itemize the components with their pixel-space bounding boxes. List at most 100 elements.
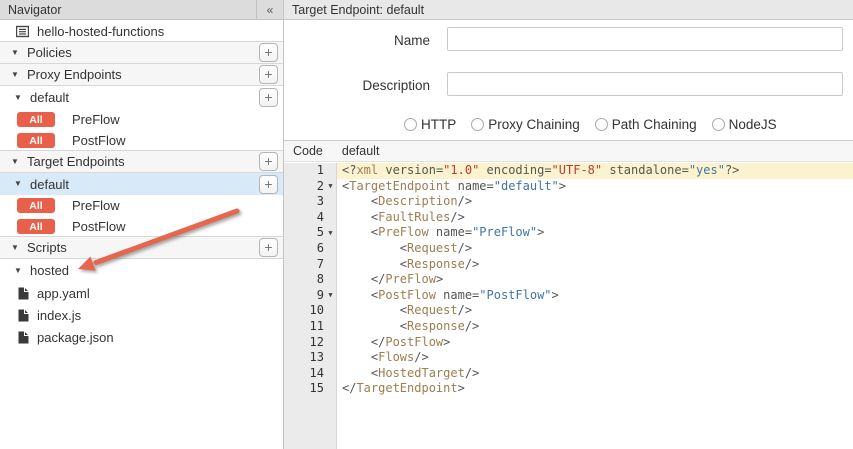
chevron-down-icon[interactable]: ▼ <box>11 49 20 57</box>
sidebar-item-preflow[interactable]: All PreFlow <box>0 195 283 216</box>
chevron-down-icon[interactable]: ▼ <box>14 180 23 188</box>
sidebar-item-postflow[interactable]: AllPostFlow <box>0 130 283 151</box>
line-number: 2▼ <box>284 179 337 195</box>
code-line-10[interactable]: 10 <Request/> <box>284 303 853 319</box>
sidebar-rows: hello-hosted-functions ▼ Policies + ▼ Proxy E… <box>0 20 283 348</box>
code-line-12[interactable]: 12 </PostFlow> <box>284 335 853 351</box>
code-text[interactable]: <Description/> <box>337 194 853 210</box>
code-line-7[interactable]: 7 <Response/> <box>284 257 853 273</box>
code-line-8[interactable]: 8 </PreFlow> <box>284 272 853 288</box>
code-editor[interactable]: 1<?xml version="1.0" encoding="UTF-8" st… <box>284 163 853 449</box>
file-icon <box>18 287 29 300</box>
code-tab-label: Code <box>293 144 323 158</box>
target-endpoint-header: Target Endpoint: default <box>284 0 853 20</box>
sidebar-item-label: Proxy Endpoints <box>27 67 122 82</box>
code-line-15[interactable]: 15</TargetEndpoint> <box>284 381 853 397</box>
sidebar-item-label: hosted <box>30 263 69 278</box>
code-text[interactable]: <Request/> <box>337 303 853 319</box>
name-label: Name <box>284 33 430 48</box>
line-number: 12 <box>284 335 337 351</box>
code-header: Code default <box>284 141 853 162</box>
code-text[interactable]: <?xml version="1.0" encoding="UTF-8" sta… <box>337 163 853 179</box>
radio-proxy-chaining[interactable]: Proxy Chaining <box>471 117 580 132</box>
code-text[interactable]: </PreFlow> <box>337 272 853 288</box>
sidebar-item-default[interactable]: ▼ default + <box>0 86 283 109</box>
chevron-down-icon[interactable]: ▼ <box>11 244 20 252</box>
line-number: 7 <box>284 257 337 273</box>
flow-condition-badge: All <box>17 198 55 213</box>
code-file-label: default <box>342 144 380 158</box>
sidebar-item-target-endpoints[interactable]: ▼Target Endpoints+ <box>0 150 283 173</box>
code-text[interactable]: </TargetEndpoint> <box>337 381 853 397</box>
sidebar-item-label: default <box>30 90 69 105</box>
sidebar-item-postflow[interactable]: AllPostFlow <box>0 216 283 237</box>
navigator-header: Navigator « <box>0 0 283 20</box>
radio-path-chaining[interactable]: Path Chaining <box>595 117 697 132</box>
sidebar-item-package-json[interactable]: package.json <box>0 326 283 348</box>
code-line-3[interactable]: 3 <Description/> <box>284 194 853 210</box>
sidebar-item-index-js[interactable]: index.js <box>0 304 283 326</box>
sidebar-item-label: index.js <box>37 308 81 323</box>
code-line-9[interactable]: 9▼ <PostFlow name="PostFlow"> <box>284 288 853 304</box>
sidebar-item-default[interactable]: ▼default+ <box>0 173 283 195</box>
line-number: 8 <box>284 272 337 288</box>
code-line-2[interactable]: 2▼<TargetEndpoint name="default"> <box>284 179 853 195</box>
collapse-sidebar-icon[interactable]: « <box>256 0 283 19</box>
add-button[interactable]: + <box>259 65 278 84</box>
code-line-5[interactable]: 5▼ <PreFlow name="PreFlow"> <box>284 225 853 241</box>
code-text[interactable]: <Response/> <box>337 257 853 273</box>
code-line-14[interactable]: 14 <HostedTarget/> <box>284 366 853 382</box>
add-button[interactable]: + <box>259 175 278 194</box>
sidebar-item-label: package.json <box>37 330 114 345</box>
fold-toggle-icon[interactable]: ▼ <box>324 230 337 237</box>
name-field[interactable] <box>447 27 843 51</box>
chevron-down-icon[interactable]: ▼ <box>11 158 20 166</box>
sidebar-item-label: PreFlow <box>72 112 120 127</box>
add-button[interactable]: + <box>259 152 278 171</box>
code-text[interactable]: <Flows/> <box>337 350 853 366</box>
fold-toggle-icon[interactable]: ▼ <box>324 183 337 190</box>
add-button[interactable]: + <box>259 43 278 62</box>
radio-circle-icon[interactable] <box>595 118 608 131</box>
add-button[interactable]: + <box>259 88 278 107</box>
code-text[interactable]: <PostFlow name="PostFlow"> <box>337 288 853 304</box>
code-text[interactable]: <TargetEndpoint name="default"> <box>337 179 853 195</box>
apigee-proxy-editor: Navigator « hello-hosted-functions ▼ Polic… <box>0 0 853 449</box>
radio-circle-icon[interactable] <box>404 118 417 131</box>
chevron-down-icon[interactable]: ▼ <box>14 267 23 275</box>
code-line-11[interactable]: 11 <Response/> <box>284 319 853 335</box>
code-text[interactable]: <Response/> <box>337 319 853 335</box>
sidebar-item-scripts[interactable]: ▼Scripts+ <box>0 236 283 259</box>
description-field[interactable] <box>447 72 843 96</box>
radio-circle-icon[interactable] <box>712 118 725 131</box>
code-line-6[interactable]: 6 <Request/> <box>284 241 853 257</box>
code-line-1[interactable]: 1<?xml version="1.0" encoding="UTF-8" st… <box>284 163 853 179</box>
code-text[interactable]: <Request/> <box>337 241 853 257</box>
radio-circle-icon[interactable] <box>471 118 484 131</box>
radio-label: NodeJS <box>729 117 777 132</box>
radio-nodejs[interactable]: NodeJS <box>712 117 777 132</box>
sidebar-item-proxy-endpoints[interactable]: ▼ Proxy Endpoints + <box>0 63 283 86</box>
sidebar-item-preflow[interactable]: AllPreFlow <box>0 109 283 130</box>
sidebar-item-policies[interactable]: ▼ Policies + <box>0 41 283 64</box>
fold-toggle-icon[interactable]: ▼ <box>324 292 337 299</box>
code-line-4[interactable]: 4 <FaultRules/> <box>284 210 853 226</box>
sidebar-item-hosted[interactable]: ▼ hosted <box>0 259 283 282</box>
radio-http[interactable]: HTTP <box>404 117 456 132</box>
chevron-down-icon[interactable]: ▼ <box>14 94 23 102</box>
file-icon <box>18 309 29 322</box>
code-text[interactable]: <PreFlow name="PreFlow"> <box>337 225 853 241</box>
code-text[interactable]: <FaultRules/> <box>337 210 853 226</box>
code-line-13[interactable]: 13 <Flows/> <box>284 350 853 366</box>
line-number: 15 <box>284 381 337 397</box>
code-text[interactable]: <HostedTarget/> <box>337 366 853 382</box>
sidebar-item-label: PreFlow <box>72 198 120 213</box>
sidebar-item-label: Policies <box>27 45 72 60</box>
sidebar-item-label: app.yaml <box>37 286 90 301</box>
code-text[interactable]: </PostFlow> <box>337 335 853 351</box>
target-endpoint-form: Name Description HTTPProxy ChainingPath … <box>284 21 853 140</box>
add-button[interactable]: + <box>259 238 278 257</box>
chevron-down-icon[interactable]: ▼ <box>11 71 20 79</box>
sidebar-item-app-yaml[interactable]: app.yaml <box>0 282 283 304</box>
sidebar-item-hello-hosted-functions[interactable]: hello-hosted-functions <box>0 20 283 42</box>
